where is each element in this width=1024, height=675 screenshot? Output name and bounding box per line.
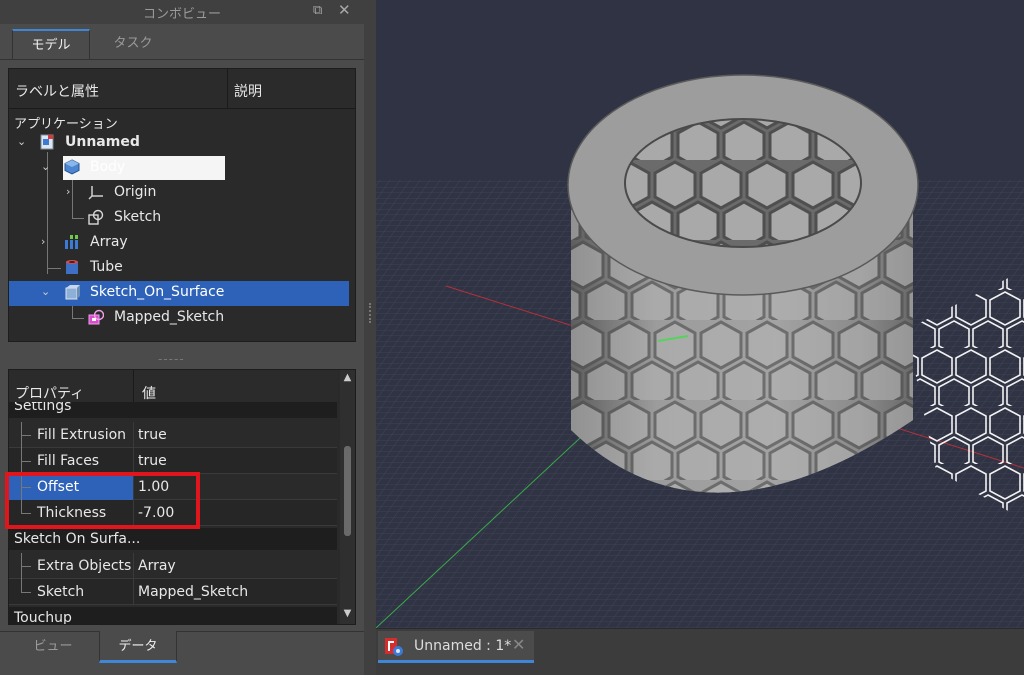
3d-scene[interactable] xyxy=(376,0,1024,628)
annotation-highlight-box xyxy=(5,472,200,529)
tab-data[interactable]: データ xyxy=(99,631,177,663)
combo-view-panel: コンボビュー ⧉ ✕ モデル タスク ラベルと属性 説明 アプリケーション ⌄ xyxy=(0,0,364,675)
property-name: Extra Objects xyxy=(37,558,132,574)
tree-item-label: Sketch_On_Surface xyxy=(90,284,225,300)
tree-item-label: Body xyxy=(90,159,126,175)
array-icon xyxy=(65,235,78,249)
freecad-document-icon xyxy=(385,638,403,656)
sketch-on-surface-icon xyxy=(65,285,80,300)
tree-item-sketch[interactable]: Sketch xyxy=(9,206,349,230)
tree-column-description-header[interactable]: 説明 xyxy=(234,81,262,101)
document-tab-bar: Unnamed : 1* ✕ xyxy=(376,628,1024,675)
tab-divider xyxy=(0,59,364,60)
tree-header: ラベルと属性 説明 xyxy=(9,69,355,109)
tree-item-body[interactable]: ⌄ Body xyxy=(9,156,349,180)
column-divider[interactable] xyxy=(227,69,228,109)
chevron-right-icon[interactable]: › xyxy=(41,235,45,248)
splitter-grip-icon[interactable] xyxy=(369,303,371,323)
property-name: Fill Extrusion xyxy=(37,427,127,443)
tube-icon xyxy=(66,260,78,274)
float-panel-icon[interactable]: ⧉ xyxy=(313,3,322,18)
3d-viewport[interactable] xyxy=(376,0,1024,628)
column-divider xyxy=(133,553,134,579)
chevron-right-icon[interactable]: › xyxy=(66,185,70,198)
tab-model[interactable]: モデル xyxy=(12,29,90,59)
tree-item-label: Array xyxy=(90,234,128,250)
tree-item-tube[interactable]: Tube xyxy=(9,256,349,280)
scrollbar-thumb[interactable] xyxy=(344,446,351,536)
tree-item-array[interactable]: › Array xyxy=(9,231,349,255)
scroll-up-icon[interactable]: ▲ xyxy=(340,372,355,383)
property-group-sketch-on-surface[interactable]: Sketch On Surfa... xyxy=(9,528,337,550)
panel-splitter-handle[interactable]: ----- xyxy=(158,352,185,366)
tab-view[interactable]: ビュー xyxy=(8,631,98,663)
chevron-down-icon[interactable]: ⌄ xyxy=(17,135,26,148)
chevron-down-icon[interactable]: ⌄ xyxy=(41,285,50,298)
property-value[interactable]: true xyxy=(138,453,167,469)
tree-item-sketch-on-surface[interactable]: ⌄ Sketch_On_Surface xyxy=(9,281,349,305)
property-group-touchup[interactable]: Touchup xyxy=(9,607,337,624)
column-divider xyxy=(133,448,134,474)
property-scrollbar[interactable]: ▲ ▼ xyxy=(340,370,355,624)
property-name: Fill Faces xyxy=(37,453,100,469)
tree-item-label: Tube xyxy=(90,259,123,275)
property-value[interactable]: Array xyxy=(138,558,176,574)
tree-guide-line xyxy=(21,579,22,593)
property-row-sketch[interactable]: Sketch Mapped_Sketch xyxy=(9,579,337,605)
property-value[interactable]: true xyxy=(138,427,167,443)
close-icon[interactable]: ✕ xyxy=(338,1,351,19)
tree-root-application: アプリケーション xyxy=(14,117,118,132)
model-tree[interactable]: ラベルと属性 説明 アプリケーション ⌄ Unnamed ⌄ Body › Or… xyxy=(8,68,356,342)
tree-item-unnamed[interactable]: ⌄ Unnamed xyxy=(9,131,349,155)
tree-guide-line xyxy=(21,461,31,462)
origin-icon xyxy=(88,186,103,200)
document-icon xyxy=(40,134,54,150)
property-group-settings[interactable]: Settings xyxy=(9,402,337,418)
chevron-down-icon[interactable]: ⌄ xyxy=(41,160,50,173)
close-icon[interactable]: ✕ xyxy=(512,635,525,654)
property-value[interactable]: Mapped_Sketch xyxy=(138,584,248,600)
body-icon xyxy=(64,159,80,175)
tree-item-label: Unnamed xyxy=(65,134,140,150)
document-tab-unnamed[interactable]: Unnamed : 1* ✕ xyxy=(378,631,534,663)
tree-item-label: Sketch xyxy=(114,209,162,225)
combo-view-title: コンボビュー xyxy=(142,7,221,22)
tree-item-origin[interactable]: › Origin xyxy=(9,181,349,205)
tree-item-label: Origin xyxy=(114,184,157,200)
tree-item-label: Mapped_Sketch xyxy=(114,309,225,325)
column-divider xyxy=(133,579,134,605)
tree-column-label-header[interactable]: ラベルと属性 xyxy=(15,81,99,101)
property-row-fill-extrusion[interactable]: Fill Extrusion true xyxy=(9,422,337,448)
mapped-sketch-icon xyxy=(88,309,104,325)
value-column-header[interactable]: 値 xyxy=(142,383,156,403)
tree-guide-line xyxy=(21,566,31,567)
sketch-icon xyxy=(88,209,104,225)
property-row-fill-faces[interactable]: Fill Faces true xyxy=(9,448,337,474)
tree-guide-line xyxy=(21,592,31,593)
column-divider xyxy=(133,422,134,448)
property-column-header[interactable]: プロパティ xyxy=(15,383,84,403)
property-name: Sketch xyxy=(37,584,85,600)
tree-item-mapped-sketch[interactable]: Mapped_Sketch xyxy=(9,306,349,330)
property-row-extra-objects[interactable]: Extra Objects Array xyxy=(9,553,337,579)
combo-view-titlebar: コンボビュー ⧉ ✕ xyxy=(0,0,364,24)
tab-task[interactable]: タスク xyxy=(94,29,172,59)
document-tab-label: Unnamed : 1* xyxy=(414,638,512,654)
scroll-down-icon[interactable]: ▼ xyxy=(340,608,355,619)
main-splitter[interactable] xyxy=(364,0,376,675)
tree-guide-line xyxy=(21,435,31,436)
